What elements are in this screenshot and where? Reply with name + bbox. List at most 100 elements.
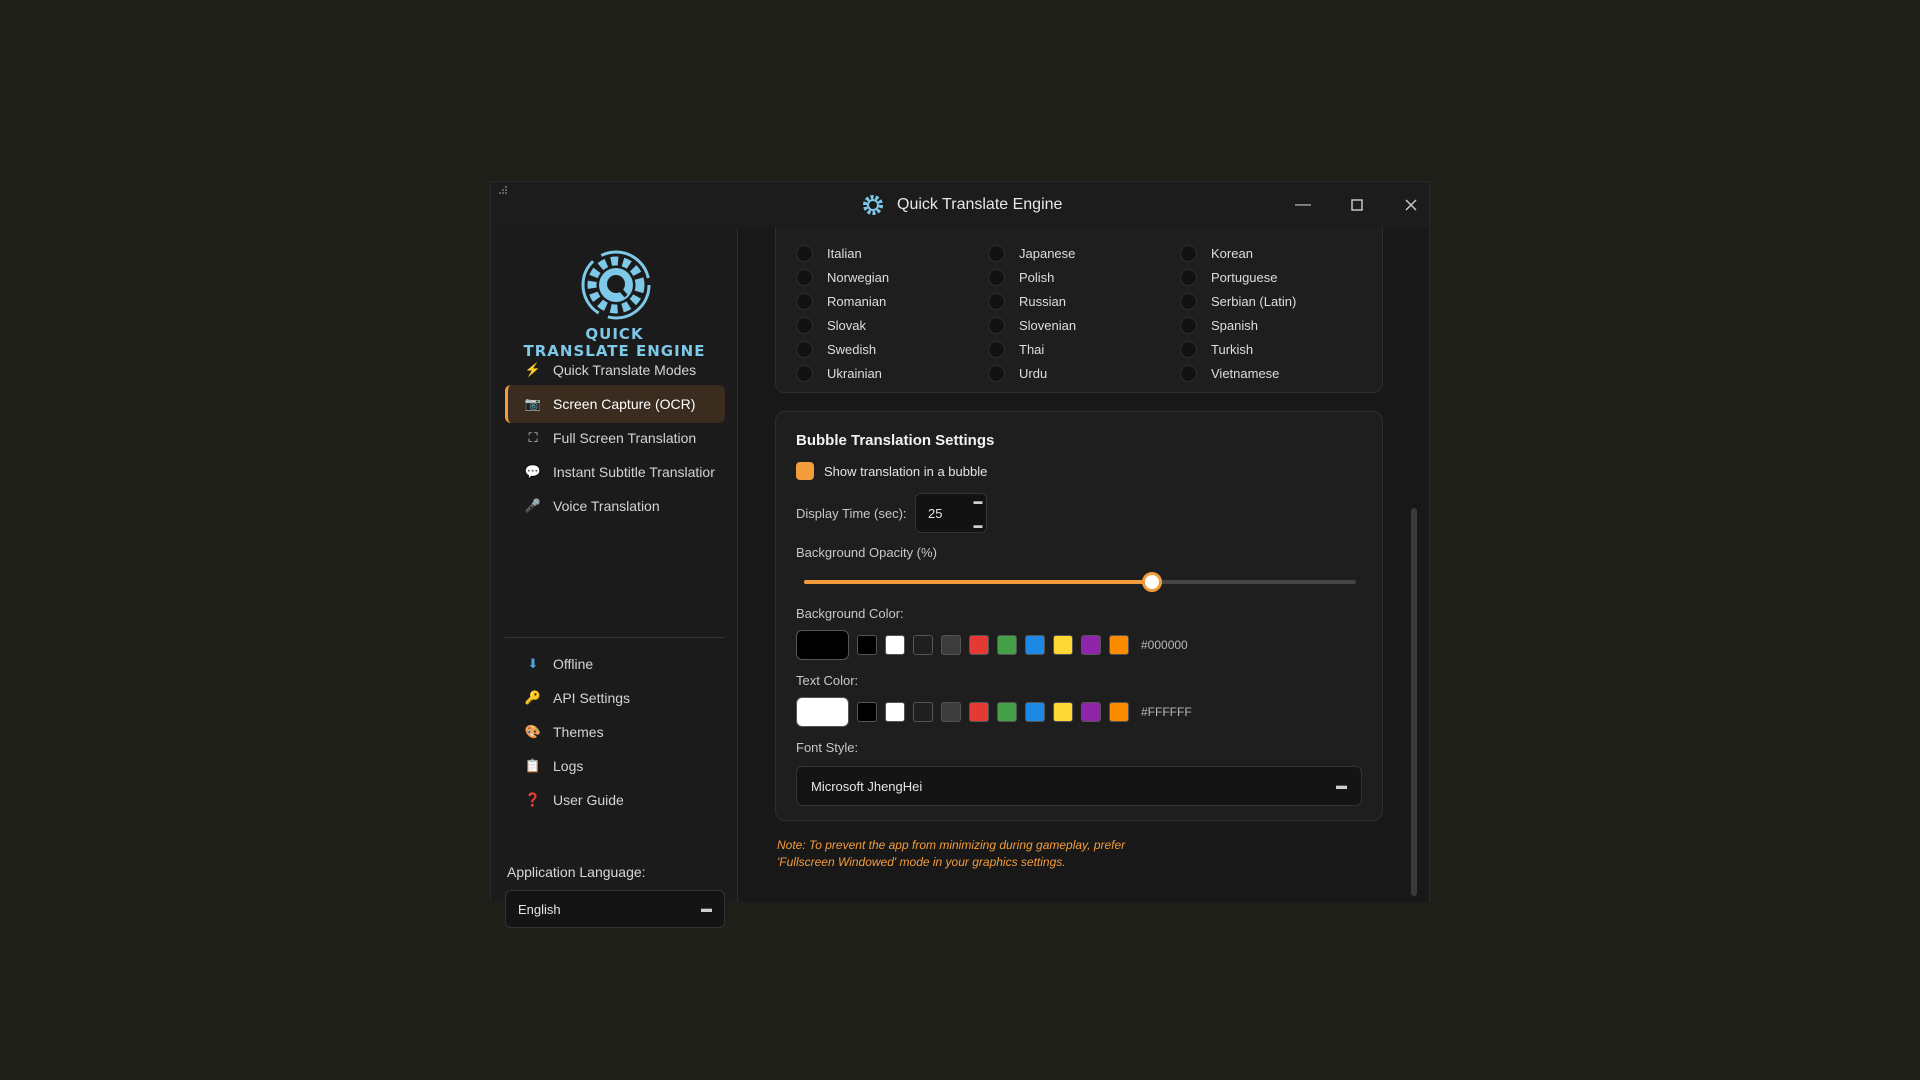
clipboard-icon: 📋 bbox=[524, 758, 542, 773]
language-option[interactable]: Ukrainian bbox=[796, 365, 882, 382]
radio-button[interactable] bbox=[988, 341, 1005, 358]
show-bubble-checkbox[interactable] bbox=[796, 462, 814, 480]
color-swatch-gray[interactable] bbox=[941, 702, 961, 722]
radio-button[interactable] bbox=[1180, 293, 1197, 310]
nav-label: User Guide bbox=[553, 792, 624, 808]
radio-button[interactable] bbox=[796, 269, 813, 286]
language-option[interactable]: Spanish bbox=[1180, 317, 1258, 334]
opacity-label: Background Opacity (%) bbox=[796, 545, 937, 560]
display-time-spinbox[interactable]: 25 ▬ ▬ bbox=[915, 493, 987, 533]
radio-button[interactable] bbox=[988, 245, 1005, 262]
content-scrollbar[interactable] bbox=[1409, 228, 1419, 902]
nav-label: API Settings bbox=[553, 690, 631, 706]
nav-item-full-screen-translation[interactable]: ⛶ Full Screen Translation bbox=[505, 419, 725, 457]
nav-item-instant-subtitle[interactable]: 💬 Instant Subtitle Translatior bbox=[505, 453, 725, 491]
background-color-hex: #000000 bbox=[1141, 638, 1188, 652]
language-option[interactable]: Korean bbox=[1180, 245, 1253, 262]
increment-icon[interactable]: ▬ bbox=[974, 496, 983, 506]
color-swatch-gray[interactable] bbox=[941, 635, 961, 655]
color-swatch-red[interactable] bbox=[969, 635, 989, 655]
language-option[interactable]: Italian bbox=[796, 245, 862, 262]
radio-button[interactable] bbox=[1180, 245, 1197, 262]
language-label: Thai bbox=[1019, 342, 1045, 357]
color-swatch-dark-gray[interactable] bbox=[913, 635, 933, 655]
close-button[interactable] bbox=[1391, 190, 1431, 220]
text-color-preview[interactable] bbox=[796, 697, 849, 727]
color-swatch-orange[interactable] bbox=[1109, 702, 1129, 722]
color-swatch-blue[interactable] bbox=[1025, 702, 1045, 722]
text-color-row: #FFFFFF bbox=[796, 697, 1192, 727]
nav-item-user-guide[interactable]: ❓ User Guide bbox=[505, 781, 725, 819]
language-option[interactable]: Swedish bbox=[796, 341, 876, 358]
language-label: Russian bbox=[1019, 294, 1066, 309]
radio-button[interactable] bbox=[1180, 269, 1197, 286]
radio-button[interactable] bbox=[1180, 341, 1197, 358]
nav-item-offline[interactable]: ⬇ Offline bbox=[505, 645, 725, 683]
font-style-value: Microsoft JhengHei bbox=[811, 778, 923, 794]
radio-button[interactable] bbox=[1180, 365, 1197, 382]
app-gear-icon bbox=[863, 195, 883, 215]
font-style-select[interactable]: Microsoft JhengHei ▬ bbox=[796, 766, 1362, 806]
language-option[interactable]: Romanian bbox=[796, 293, 886, 310]
language-option[interactable]: Japanese bbox=[988, 245, 1075, 262]
color-swatch-white[interactable] bbox=[885, 635, 905, 655]
color-swatch-white[interactable] bbox=[885, 702, 905, 722]
nav-item-voice-translation[interactable]: 🎤 Voice Translation bbox=[505, 487, 725, 525]
radio-button[interactable] bbox=[796, 245, 813, 262]
nav-item-api-settings[interactable]: 🔑 API Settings bbox=[505, 679, 725, 717]
color-swatch-yellow[interactable] bbox=[1053, 635, 1073, 655]
background-color-preview[interactable] bbox=[796, 630, 849, 660]
language-option[interactable]: Russian bbox=[988, 293, 1066, 310]
language-option[interactable]: Polish bbox=[988, 269, 1054, 286]
language-option[interactable]: Portuguese bbox=[1180, 269, 1278, 286]
language-option[interactable]: Turkish bbox=[1180, 341, 1253, 358]
maximize-button[interactable] bbox=[1337, 190, 1377, 220]
opacity-slider-thumb[interactable] bbox=[1141, 572, 1162, 592]
color-swatch-orange[interactable] bbox=[1109, 635, 1129, 655]
radio-button[interactable] bbox=[988, 317, 1005, 334]
opacity-slider[interactable] bbox=[804, 572, 1356, 592]
resize-grip-icon[interactable] bbox=[495, 184, 509, 198]
color-swatch-green[interactable] bbox=[997, 702, 1017, 722]
app-language-select[interactable]: English ▬ bbox=[505, 890, 725, 928]
color-swatch-black[interactable] bbox=[857, 702, 877, 722]
language-label: Turkish bbox=[1211, 342, 1254, 357]
color-swatch-yellow[interactable] bbox=[1053, 702, 1073, 722]
nav-label: Logs bbox=[553, 758, 584, 774]
window-title: Quick Translate Engine bbox=[897, 196, 1063, 213]
radio-button[interactable] bbox=[796, 293, 813, 310]
radio-button[interactable] bbox=[796, 317, 813, 334]
language-option[interactable]: Vietnamese bbox=[1180, 365, 1279, 382]
decrement-icon[interactable]: ▬ bbox=[974, 520, 983, 530]
nav-item-screen-capture[interactable]: 📷 Screen Capture (OCR) bbox=[505, 385, 725, 423]
radio-button[interactable] bbox=[988, 365, 1005, 382]
language-option[interactable]: Urdu bbox=[988, 365, 1047, 382]
color-swatch-purple[interactable] bbox=[1081, 635, 1101, 655]
radio-button[interactable] bbox=[988, 293, 1005, 310]
color-swatch-purple[interactable] bbox=[1081, 702, 1101, 722]
color-swatch-dark-gray[interactable] bbox=[913, 702, 933, 722]
background-color-row: #000000 bbox=[796, 630, 1188, 660]
language-option[interactable]: Norwegian bbox=[796, 269, 889, 286]
radio-button[interactable] bbox=[988, 269, 1005, 286]
nav-item-themes[interactable]: 🎨 Themes bbox=[505, 713, 725, 751]
app-window: Quick Translate Engine — QUICK TRANSLATE… bbox=[490, 181, 1431, 928]
language-option[interactable]: Slovak bbox=[796, 317, 866, 334]
color-swatch-green[interactable] bbox=[997, 635, 1017, 655]
minimize-button[interactable]: — bbox=[1283, 190, 1323, 220]
language-label: Swedish bbox=[827, 342, 877, 357]
fullscreen-icon: ⛶ bbox=[528, 430, 538, 445]
language-option[interactable]: Slovenian bbox=[988, 317, 1076, 334]
color-swatch-red[interactable] bbox=[969, 702, 989, 722]
language-option[interactable]: Serbian (Latin) bbox=[1180, 293, 1296, 310]
color-swatch-black[interactable] bbox=[857, 635, 877, 655]
language-option[interactable]: Thai bbox=[988, 341, 1044, 358]
radio-button[interactable] bbox=[796, 365, 813, 382]
radio-button[interactable] bbox=[796, 341, 813, 358]
nav-item-logs[interactable]: 📋 Logs bbox=[505, 747, 725, 785]
nav-item-quick-translate-modes[interactable]: ⚡ Quick Translate Modes bbox=[505, 351, 725, 389]
scrollbar-thumb[interactable] bbox=[1411, 508, 1417, 896]
color-swatch-blue[interactable] bbox=[1025, 635, 1045, 655]
radio-button[interactable] bbox=[1180, 317, 1197, 334]
show-bubble-option[interactable]: Show translation in a bubble bbox=[796, 462, 987, 480]
